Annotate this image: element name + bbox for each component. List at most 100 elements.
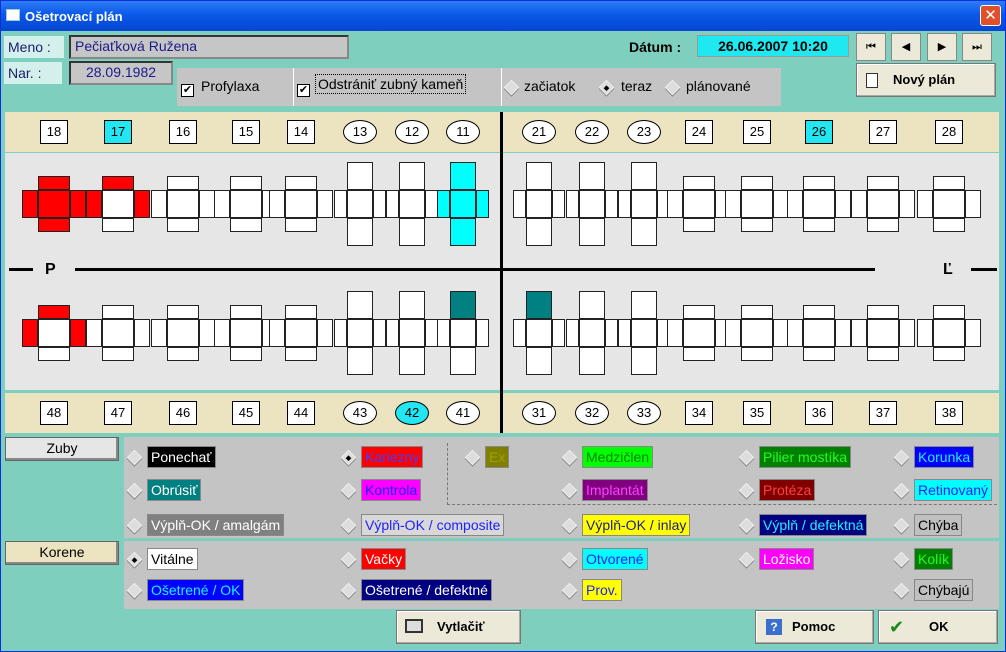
tooth-33-top-surface[interactable] [631,291,657,319]
tooth-41-right-surface[interactable] [476,319,489,347]
tooth-25-center-surface[interactable] [741,190,773,218]
profylaxa-checkbox[interactable]: ✔ [181,84,194,97]
tooth-11-left-surface[interactable] [437,190,450,218]
tooth-42-left-surface[interactable] [386,319,399,347]
tooth-34-left-surface[interactable] [667,319,683,347]
tooth-number-47[interactable]: 47 [104,401,132,425]
tooth-37-center-surface[interactable] [867,319,899,347]
zuby-option-6[interactable]: Obrúsiť [147,479,202,501]
zuby-option-2[interactable]: Ex [485,446,510,468]
birth-date-field[interactable]: 28.09.1982 [69,61,173,85]
tooth-31-top-surface[interactable] [526,291,552,319]
tooth-28-center-surface[interactable] [933,190,965,218]
tooth-11-bottom-surface[interactable] [450,218,476,246]
new-plan-button[interactable]: Nový plán [856,63,996,97]
tooth-18-bottom-surface[interactable] [38,218,70,232]
tooth-46-bottom-surface[interactable] [167,347,199,361]
tooth-24-center-surface[interactable] [683,190,715,218]
tooth-36-top-surface[interactable] [803,305,835,319]
tooth-11-right-surface[interactable] [476,190,489,218]
tooth-number-31[interactable]: 31 [522,401,556,425]
tooth-46-center-surface[interactable] [167,319,199,347]
tooth-26-right-surface[interactable] [835,190,851,218]
tooth-28-top-surface[interactable] [933,176,965,190]
tooth-38-center-surface[interactable] [933,319,965,347]
tooth-45-top-surface[interactable] [230,305,262,319]
tooth-number-43[interactable]: 43 [343,401,377,425]
tooth-43-bottom-surface[interactable] [347,347,373,375]
tooth-37-top-surface[interactable] [867,305,899,319]
tooth-number-23[interactable]: 23 [627,120,661,144]
print-button[interactable]: Vytlačiť [396,610,521,644]
tooth-18-right-surface[interactable] [70,190,86,218]
tooth-44-right-surface[interactable] [317,319,333,347]
tooth-26-center-surface[interactable] [803,190,835,218]
tooth-34-center-surface[interactable] [683,319,715,347]
tooth-35-center-surface[interactable] [741,319,773,347]
tooth-11-top-surface[interactable] [450,162,476,190]
tooth-25-bottom-surface[interactable] [741,218,773,232]
tooth-number-25[interactable]: 25 [743,120,771,144]
tooth-21-center-surface[interactable] [526,190,552,218]
zuby-option-12[interactable]: Výplň-OK / composite [361,514,505,536]
tooth-14-center-surface[interactable] [285,190,317,218]
tooth-13-right-surface[interactable] [373,190,386,218]
tooth-44-bottom-surface[interactable] [285,347,317,361]
tooth-22-bottom-surface[interactable] [579,218,605,246]
tooth-12-center-surface[interactable] [399,190,425,218]
tooth-26-top-surface[interactable] [803,176,835,190]
tooth-number-15[interactable]: 15 [232,120,260,144]
tooth-32-right-surface[interactable] [605,319,618,347]
tooth-15-bottom-surface[interactable] [230,218,262,232]
tooth-32-center-surface[interactable] [579,319,605,347]
tooth-number-13[interactable]: 13 [343,120,377,144]
tooth-18-center-surface[interactable] [38,190,70,218]
tooth-13-center-surface[interactable] [347,190,373,218]
tooth-37-left-surface[interactable] [851,319,867,347]
tooth-number-33[interactable]: 33 [627,401,661,425]
tooth-35-left-surface[interactable] [725,319,741,347]
korene-option-6[interactable]: Ošetrené / defektné [361,579,492,601]
tooth-number-18[interactable]: 18 [40,120,68,144]
zuby-option-13[interactable]: Výplň-OK / inlay [582,514,691,536]
korene-option-7[interactable]: Prov. [582,579,622,601]
tooth-37-right-surface[interactable] [899,319,915,347]
tooth-42-bottom-surface[interactable] [399,347,425,375]
tooth-22-center-surface[interactable] [579,190,605,218]
korene-option-5[interactable]: Ošetrené / OK [147,579,245,601]
tooth-24-bottom-surface[interactable] [683,218,715,232]
tooth-13-left-surface[interactable] [334,190,347,218]
tooth-17-left-surface[interactable] [86,190,102,218]
tooth-14-right-surface[interactable] [317,190,333,218]
tooth-18-left-surface[interactable] [22,190,38,218]
korene-option-0[interactable]: Vitálne [147,548,198,570]
zuby-option-8[interactable]: Implantát [582,479,648,501]
tooth-24-top-surface[interactable] [683,176,715,190]
korene-option-2[interactable]: Otvorené [582,548,648,570]
tooth-27-right-surface[interactable] [899,190,915,218]
tooth-23-bottom-surface[interactable] [631,218,657,246]
tooth-48-bottom-surface[interactable] [38,347,70,361]
tooth-number-45[interactable]: 45 [232,401,260,425]
tooth-15-center-surface[interactable] [230,190,262,218]
tooth-25-top-surface[interactable] [741,176,773,190]
zuby-option-4[interactable]: Pilier mostíka [759,446,852,468]
tooth-35-bottom-surface[interactable] [741,347,773,361]
tooth-36-bottom-surface[interactable] [803,347,835,361]
korene-option-8[interactable]: Chýbajú [914,579,974,601]
tooth-23-center-surface[interactable] [631,190,657,218]
tooth-23-top-surface[interactable] [631,162,657,190]
tooth-26-left-surface[interactable] [787,190,803,218]
tooth-38-bottom-surface[interactable] [933,347,965,361]
tooth-number-27[interactable]: 27 [869,120,897,144]
tooth-16-top-surface[interactable] [167,176,199,190]
korene-option-1[interactable]: Vačky [361,548,407,570]
tooth-26-bottom-surface[interactable] [803,218,835,232]
tooth-number-37[interactable]: 37 [869,401,897,425]
tooth-33-left-surface[interactable] [618,319,631,347]
tooth-25-left-surface[interactable] [725,190,741,218]
tooth-number-22[interactable]: 22 [575,120,609,144]
tooth-41-bottom-surface[interactable] [450,347,476,375]
tooth-13-top-surface[interactable] [347,162,373,190]
tooth-17-center-surface[interactable] [102,190,134,218]
